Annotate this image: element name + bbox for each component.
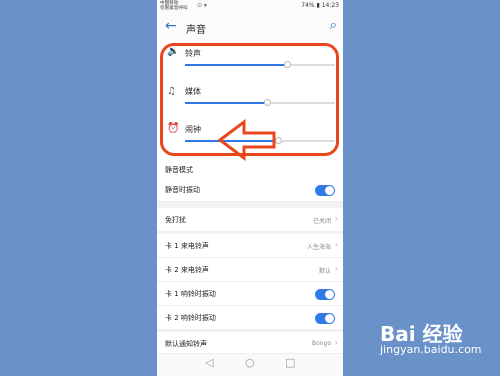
nav-back-icon[interactable]: ◁ [205, 356, 213, 369]
item-value: 已关闭 [312, 218, 331, 225]
navigation-bar: ◁ ○ □ [157, 354, 343, 376]
chevron-right-icon: › [334, 214, 338, 223]
item-label: 卡 2 响铃时振动 [165, 314, 216, 322]
item-value: 人生海海 [306, 244, 331, 251]
chevron-right-icon: › [334, 338, 338, 347]
toggle-knob [325, 186, 334, 195]
watermark-url: jingyan.baidu.com [380, 343, 482, 356]
annotation-arrow-icon [218, 119, 276, 161]
item-label: 免打扰 [165, 216, 186, 224]
item-value: Bongo [311, 340, 331, 347]
item-label: 静音时振动 [165, 186, 200, 194]
item-label: 卡 2 来电铃声 [165, 266, 209, 274]
back-arrow-icon[interactable]: ← [165, 17, 177, 35]
toggle-knob [325, 314, 334, 323]
toggle-knob [325, 290, 334, 299]
item-label: 静音模式 [165, 166, 193, 174]
battery-time: 74% ▮ 14:23 [301, 2, 339, 9]
item-label: 默认通知铃声 [165, 340, 207, 348]
sim2-ringtone-item[interactable]: 卡 2 来电铃声 默认 › [157, 258, 343, 282]
item-label: 卡 1 来电铃声 [165, 242, 209, 250]
chevron-right-icon: › [334, 240, 338, 249]
sim1-vibrate-item[interactable]: 卡 1 响铃时振动 [157, 282, 343, 306]
do-not-disturb-item[interactable]: 免打扰 已关闭 › [157, 208, 343, 232]
status-icons: ⊙ ▾ [197, 2, 207, 9]
nav-home-icon[interactable]: ○ [245, 356, 255, 369]
item-value: 默认 [318, 268, 331, 275]
search-icon[interactable]: ⌕ [330, 18, 337, 33]
nav-recent-icon[interactable]: □ [285, 356, 295, 369]
carrier-status: 仅限紧急呼叫 [160, 6, 188, 11]
sim2-vibrate-toggle[interactable] [315, 313, 335, 324]
notification-ringtone-item[interactable]: 默认通知铃声 Bongo › [157, 332, 343, 354]
item-label: 卡 1 响铃时振动 [165, 290, 216, 298]
sim2-vibrate-item[interactable]: 卡 2 响铃时振动 [157, 306, 343, 330]
status-bar: 中国移动 仅限紧急呼叫 ⊙ ▾ 74% ▮ 14:23 [157, 0, 343, 12]
sim1-ringtone-item[interactable]: 卡 1 来电铃声 人生海海 › [157, 234, 343, 258]
chevron-right-icon: › [334, 264, 338, 273]
page-title: 声音 [186, 25, 206, 36]
vibrate-silent-toggle[interactable] [315, 185, 335, 196]
sim1-vibrate-toggle[interactable] [315, 289, 335, 300]
vibrate-when-silent-item[interactable]: 静音时振动 [157, 178, 343, 202]
app-bar: ← 声音 ⌕ [157, 12, 343, 40]
carrier-info: 中国移动 仅限紧急呼叫 [160, 1, 188, 11]
